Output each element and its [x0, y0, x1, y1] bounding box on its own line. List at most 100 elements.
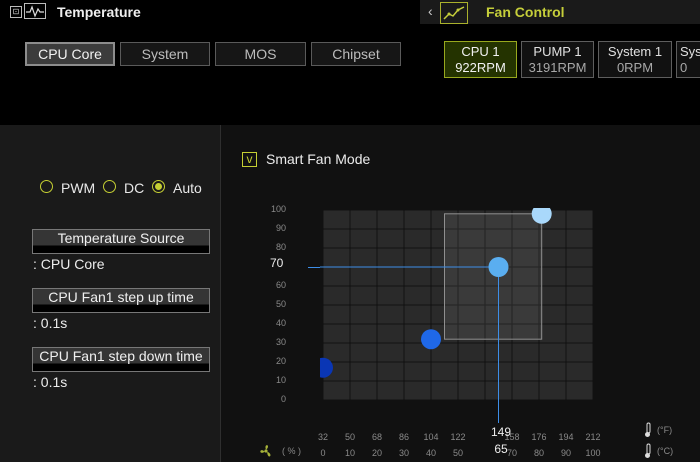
x-tick-label-f: 86 — [398, 432, 409, 442]
grid-cell — [323, 286, 350, 305]
grid-cell — [404, 305, 431, 324]
fan-name: CPU 1 — [461, 44, 500, 59]
x-tick-label-f: 50 — [344, 432, 355, 442]
grid-cell — [404, 248, 431, 267]
fan-name: System 1 — [607, 44, 663, 59]
grid-cell — [323, 210, 350, 229]
grid-cell — [566, 267, 593, 286]
celsius-unit: (°C) — [657, 446, 674, 456]
grid-cell — [377, 362, 404, 381]
x-tick-label-c: 20 — [371, 448, 382, 458]
curve-point-3[interactable] — [488, 257, 509, 277]
grid-cell — [431, 381, 458, 400]
x-tick-label-c: 90 — [560, 448, 571, 458]
step-down-time-value: : 0.1s — [33, 374, 68, 390]
grid-cell — [323, 381, 350, 400]
current-fan-percent-marker: 70 — [270, 256, 284, 270]
x-tick-label-f: 194 — [558, 432, 574, 442]
temp-source-cpu-core-button[interactable]: CPU Core — [25, 42, 115, 66]
back-arrow-icon[interactable]: ‹ — [428, 3, 433, 19]
step-up-time-button[interactable]: CPU Fan1 step up time — [32, 288, 210, 313]
grid-cell — [539, 305, 566, 324]
grid-cell — [377, 248, 404, 267]
grid-cell — [323, 324, 350, 343]
fan-cpu1-button[interactable]: CPU 1 922RPM — [444, 41, 517, 78]
grid-cell — [566, 305, 593, 324]
grid-cell — [350, 248, 377, 267]
grid-cell — [323, 248, 350, 267]
grid-cell — [566, 229, 593, 248]
grid-cell — [539, 248, 566, 267]
grid-cell — [350, 286, 377, 305]
fan-rpm: 0RPM — [616, 60, 654, 75]
grid-cell — [458, 362, 485, 381]
collapse-icon[interactable]: ⊡ — [10, 6, 22, 18]
mode-pwm-label: PWM — [61, 180, 96, 196]
grid-cell — [512, 381, 539, 400]
percent-guide-extension — [308, 267, 320, 268]
grid-cell — [566, 324, 593, 343]
fan-icon — [260, 445, 271, 457]
grid-cell — [350, 343, 377, 362]
grid-cell — [323, 229, 350, 248]
thermometer-c-icon — [645, 443, 651, 458]
mode-auto-radio[interactable] — [152, 180, 165, 193]
mode-pwm-radio[interactable] — [40, 180, 53, 193]
page-title: Temperature — [57, 4, 141, 20]
fan-system1-button[interactable]: System 1 0RPM — [598, 41, 672, 78]
fahrenheit-unit: (°F) — [657, 425, 673, 435]
grid-cell — [539, 229, 566, 248]
selection-range-box — [444, 213, 543, 340]
curve-point-2[interactable] — [421, 329, 441, 350]
y-tick-label: 30 — [275, 337, 286, 347]
grid-cell — [350, 305, 377, 324]
fan-control-chart-icon — [440, 2, 468, 24]
grid-cell — [350, 362, 377, 381]
x-tick-label-f: 68 — [371, 432, 382, 442]
grid-cell — [350, 381, 377, 400]
grid-cell — [323, 305, 350, 324]
smart-fan-checkbox[interactable]: v — [242, 152, 257, 167]
fan-system2-button[interactable]: Syste 0 — [676, 41, 700, 78]
grid-cell — [566, 210, 593, 229]
grid-cell — [377, 324, 404, 343]
temperature-wave-icon — [24, 3, 46, 19]
grid-cell — [350, 324, 377, 343]
x-tick-label-c: 0 — [320, 448, 326, 458]
grid-cell — [458, 381, 485, 400]
temperature-source-button[interactable]: Temperature Source — [32, 229, 210, 254]
fan-rpm: 922RPM — [455, 60, 506, 75]
thermometer-f-icon — [645, 422, 651, 437]
y-tick-label: 80 — [275, 242, 286, 252]
x-tick-label-f: 122 — [450, 432, 466, 442]
fan-rpm: 3191RPM — [528, 60, 587, 75]
current-temp-f-marker: 149 — [490, 425, 512, 439]
fan-curve-graph[interactable] — [320, 208, 630, 423]
grid-cell — [458, 343, 485, 362]
current-temp-c-marker: 65 — [494, 442, 508, 456]
x-tick-label-c: 10 — [344, 448, 355, 458]
grid-cell — [512, 343, 539, 362]
temp-source-chipset-button[interactable]: Chipset — [311, 42, 401, 66]
grid-cell — [377, 210, 404, 229]
y-tick-label: 40 — [275, 318, 286, 328]
grid-cell — [566, 248, 593, 267]
mode-dc-label: DC — [124, 180, 145, 196]
fan-pump1-button[interactable]: PUMP 1 3191RPM — [521, 41, 594, 78]
temp-source-system-button[interactable]: System — [120, 42, 210, 66]
grid-cell — [404, 267, 431, 286]
grid-cell — [566, 381, 593, 400]
mode-dc-radio[interactable] — [103, 180, 116, 193]
grid-cell — [539, 267, 566, 286]
y-tick-label: 60 — [275, 280, 286, 290]
temp-source-mos-button[interactable]: MOS — [215, 42, 306, 66]
panel-divider — [220, 125, 221, 462]
grid-cell — [377, 343, 404, 362]
step-up-time-value: : 0.1s — [33, 315, 68, 331]
grid-cell — [539, 362, 566, 381]
fan-name: PUMP 1 — [533, 44, 582, 59]
grid-cell — [350, 210, 377, 229]
grid-cell — [404, 381, 431, 400]
grid-cell — [539, 381, 566, 400]
step-down-time-button[interactable]: CPU Fan1 step down time — [32, 347, 210, 372]
